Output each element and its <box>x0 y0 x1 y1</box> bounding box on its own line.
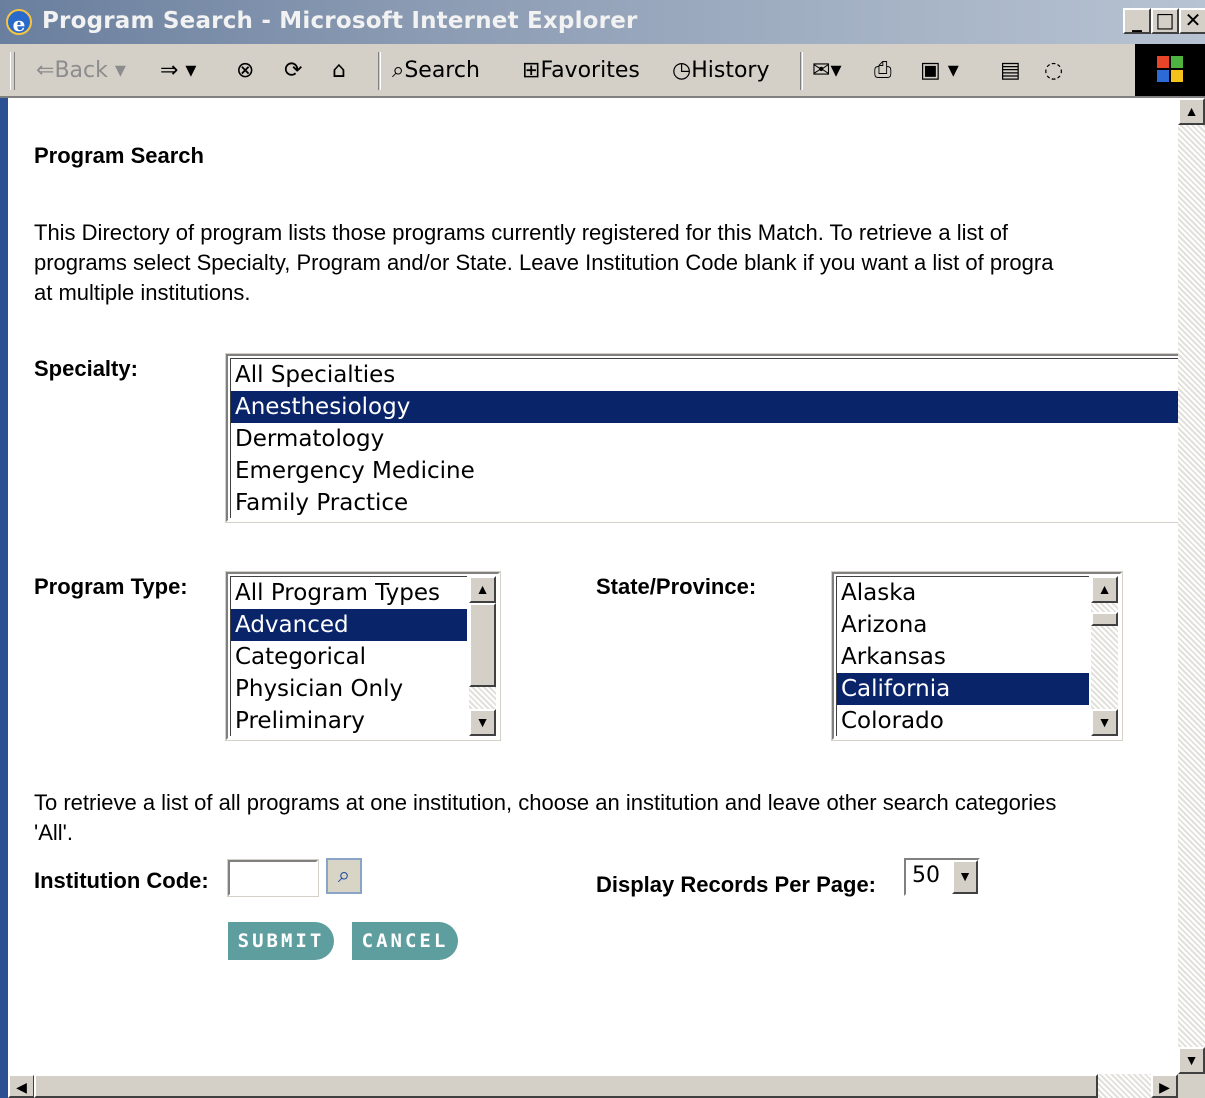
refresh-icon: ⟳ <box>284 58 303 83</box>
browser-toolbar: ⇐Back ▾ ⇒ ▾ ⊗ ⟳ ⌂ ⌕Search ⊞Favorites ◷Hi… <box>0 44 1205 98</box>
intro-text: This Directory of program lists those pr… <box>34 220 1054 305</box>
stop-button[interactable]: ⊗ <box>236 56 254 86</box>
state-option[interactable]: Arkansas <box>837 641 1089 673</box>
discuss-button[interactable]: ▤ <box>1000 56 1021 86</box>
state-listbox[interactable]: Alaska Arizona Arkansas California Color… <box>831 571 1123 741</box>
toolbar-grip[interactable] <box>10 52 15 90</box>
program-type-option[interactable]: Preliminary <box>231 705 467 737</box>
refresh-button[interactable]: ⟳ <box>284 56 302 86</box>
cancel-button[interactable]: CANCEL <box>352 922 458 960</box>
windows-flag-icon <box>1157 56 1183 82</box>
forward-button[interactable]: ⇒ ▾ <box>160 56 196 86</box>
state-option[interactable]: Alaska <box>837 577 1089 609</box>
search-label: Search <box>404 58 480 83</box>
scroll-down-icon[interactable]: ▼ <box>469 709 496 736</box>
maximize-button[interactable]: □ <box>1151 8 1179 34</box>
scroll-down-icon[interactable]: ▼ <box>1178 1047 1205 1074</box>
print-button[interactable]: ⎙ <box>874 56 892 86</box>
program-type-option[interactable]: All Program Types <box>231 577 467 609</box>
scrollbar-corner <box>1178 1074 1205 1098</box>
records-per-page-select[interactable]: 50 ▼ <box>904 858 980 896</box>
chevron-down-icon[interactable]: ▼ <box>952 860 978 894</box>
messenger-button[interactable]: ◌ <box>1044 56 1063 86</box>
toolbar-separator <box>800 52 803 90</box>
magnifier-icon: ⌕ <box>337 862 351 887</box>
state-label: State/Province: <box>596 574 757 599</box>
mail-icon: ✉ <box>812 58 831 83</box>
records-per-page-label: Display Records Per Page: <box>596 872 877 897</box>
program-type-option[interactable]: Advanced <box>231 609 467 641</box>
messenger-icon: ◌ <box>1044 58 1064 83</box>
scroll-thumb[interactable] <box>1091 612 1118 626</box>
back-arrow-icon: ⇐ <box>36 58 55 83</box>
scroll-thumb[interactable] <box>34 1074 1098 1098</box>
state-scrollbar[interactable]: ▲ ▼ <box>1091 576 1118 736</box>
history-icon: ◷ <box>672 58 692 83</box>
close-button[interactable]: ✕ <box>1179 8 1205 34</box>
state-option[interactable]: California <box>837 673 1089 705</box>
specialty-option[interactable]: Dermatology <box>231 423 1178 455</box>
state-option[interactable]: Colorado <box>837 705 1089 737</box>
program-type-option[interactable]: Physician Only <box>231 673 467 705</box>
specialty-listbox[interactable]: All Specialties Anesthesiology Dermatolo… <box>225 353 1178 523</box>
scroll-up-icon[interactable]: ▲ <box>1178 98 1205 125</box>
state-option[interactable]: Arizona <box>837 609 1089 641</box>
history-label: History <box>691 58 770 83</box>
favorites-icon: ⊞ <box>522 58 541 83</box>
scroll-thumb[interactable] <box>469 603 496 687</box>
history-button[interactable]: ◷History <box>672 56 769 86</box>
favorites-label: Favorites <box>540 58 640 83</box>
back-button[interactable]: ⇐Back ▾ <box>36 56 126 86</box>
specialty-option[interactable]: Emergency Medicine <box>231 455 1178 487</box>
favorites-button[interactable]: ⊞Favorites <box>522 56 640 86</box>
minimize-button[interactable]: _ <box>1123 8 1151 34</box>
window-title: Program Search - Microsoft Internet Expl… <box>42 8 638 34</box>
scroll-right-icon[interactable]: ▶ <box>1151 1074 1178 1098</box>
records-per-page-value: 50 <box>912 863 940 888</box>
search-icon: ⌕ <box>392 58 405 83</box>
title-bar: e Program Search - Microsoft Internet Ex… <box>0 0 1205 44</box>
home-icon: ⌂ <box>332 58 346 83</box>
search-button[interactable]: ⌕Search <box>392 56 480 86</box>
page-horizontal-scrollbar[interactable]: ◀ ▶ <box>8 1074 1178 1098</box>
back-label: Back <box>54 58 108 83</box>
edit-icon: ▣ <box>920 58 941 83</box>
specialty-option[interactable]: Anesthesiology <box>231 391 1178 423</box>
program-type-scrollbar[interactable]: ▲ ▼ <box>469 576 496 736</box>
edit-button[interactable]: ▣ ▾ <box>920 56 959 86</box>
submit-button[interactable]: SUBMIT <box>228 922 334 960</box>
program-type-option[interactable]: Categorical <box>231 641 467 673</box>
specialty-label: Specialty: <box>34 356 138 381</box>
mail-button[interactable]: ✉▾ <box>812 56 841 86</box>
scroll-up-icon[interactable]: ▲ <box>469 576 496 603</box>
institution-code-input[interactable] <box>227 859 319 897</box>
internet-explorer-icon: e <box>6 9 32 36</box>
home-button[interactable]: ⌂ <box>332 56 346 86</box>
page-title: Program Search <box>34 143 204 168</box>
scroll-left-icon[interactable]: ◀ <box>8 1074 35 1098</box>
stop-icon: ⊗ <box>236 58 255 83</box>
program-type-label: Program Type: <box>34 574 188 599</box>
program-type-listbox[interactable]: All Program Types Advanced Categorical P… <box>225 571 501 741</box>
toolbar-separator <box>378 52 381 90</box>
forward-arrow-icon: ⇒ <box>160 58 179 83</box>
institution-lookup-button[interactable]: ⌕ <box>326 858 362 894</box>
print-icon: ⎙ <box>874 58 892 83</box>
discuss-icon: ▤ <box>1000 58 1021 83</box>
institution-help-text: To retrieve a list of all programs at on… <box>34 790 1057 845</box>
page-vertical-scrollbar[interactable]: ▲ ▼ <box>1178 98 1205 1074</box>
specialty-option[interactable]: All Specialties <box>231 359 1178 391</box>
windows-logo <box>1135 44 1205 96</box>
page-content: Program Search This Directory of program… <box>8 98 1178 1074</box>
scroll-down-icon[interactable]: ▼ <box>1091 709 1118 736</box>
specialty-option[interactable]: Family Practice <box>231 487 1178 519</box>
scroll-up-icon[interactable]: ▲ <box>1091 576 1118 603</box>
institution-code-label: Institution Code: <box>34 868 209 893</box>
